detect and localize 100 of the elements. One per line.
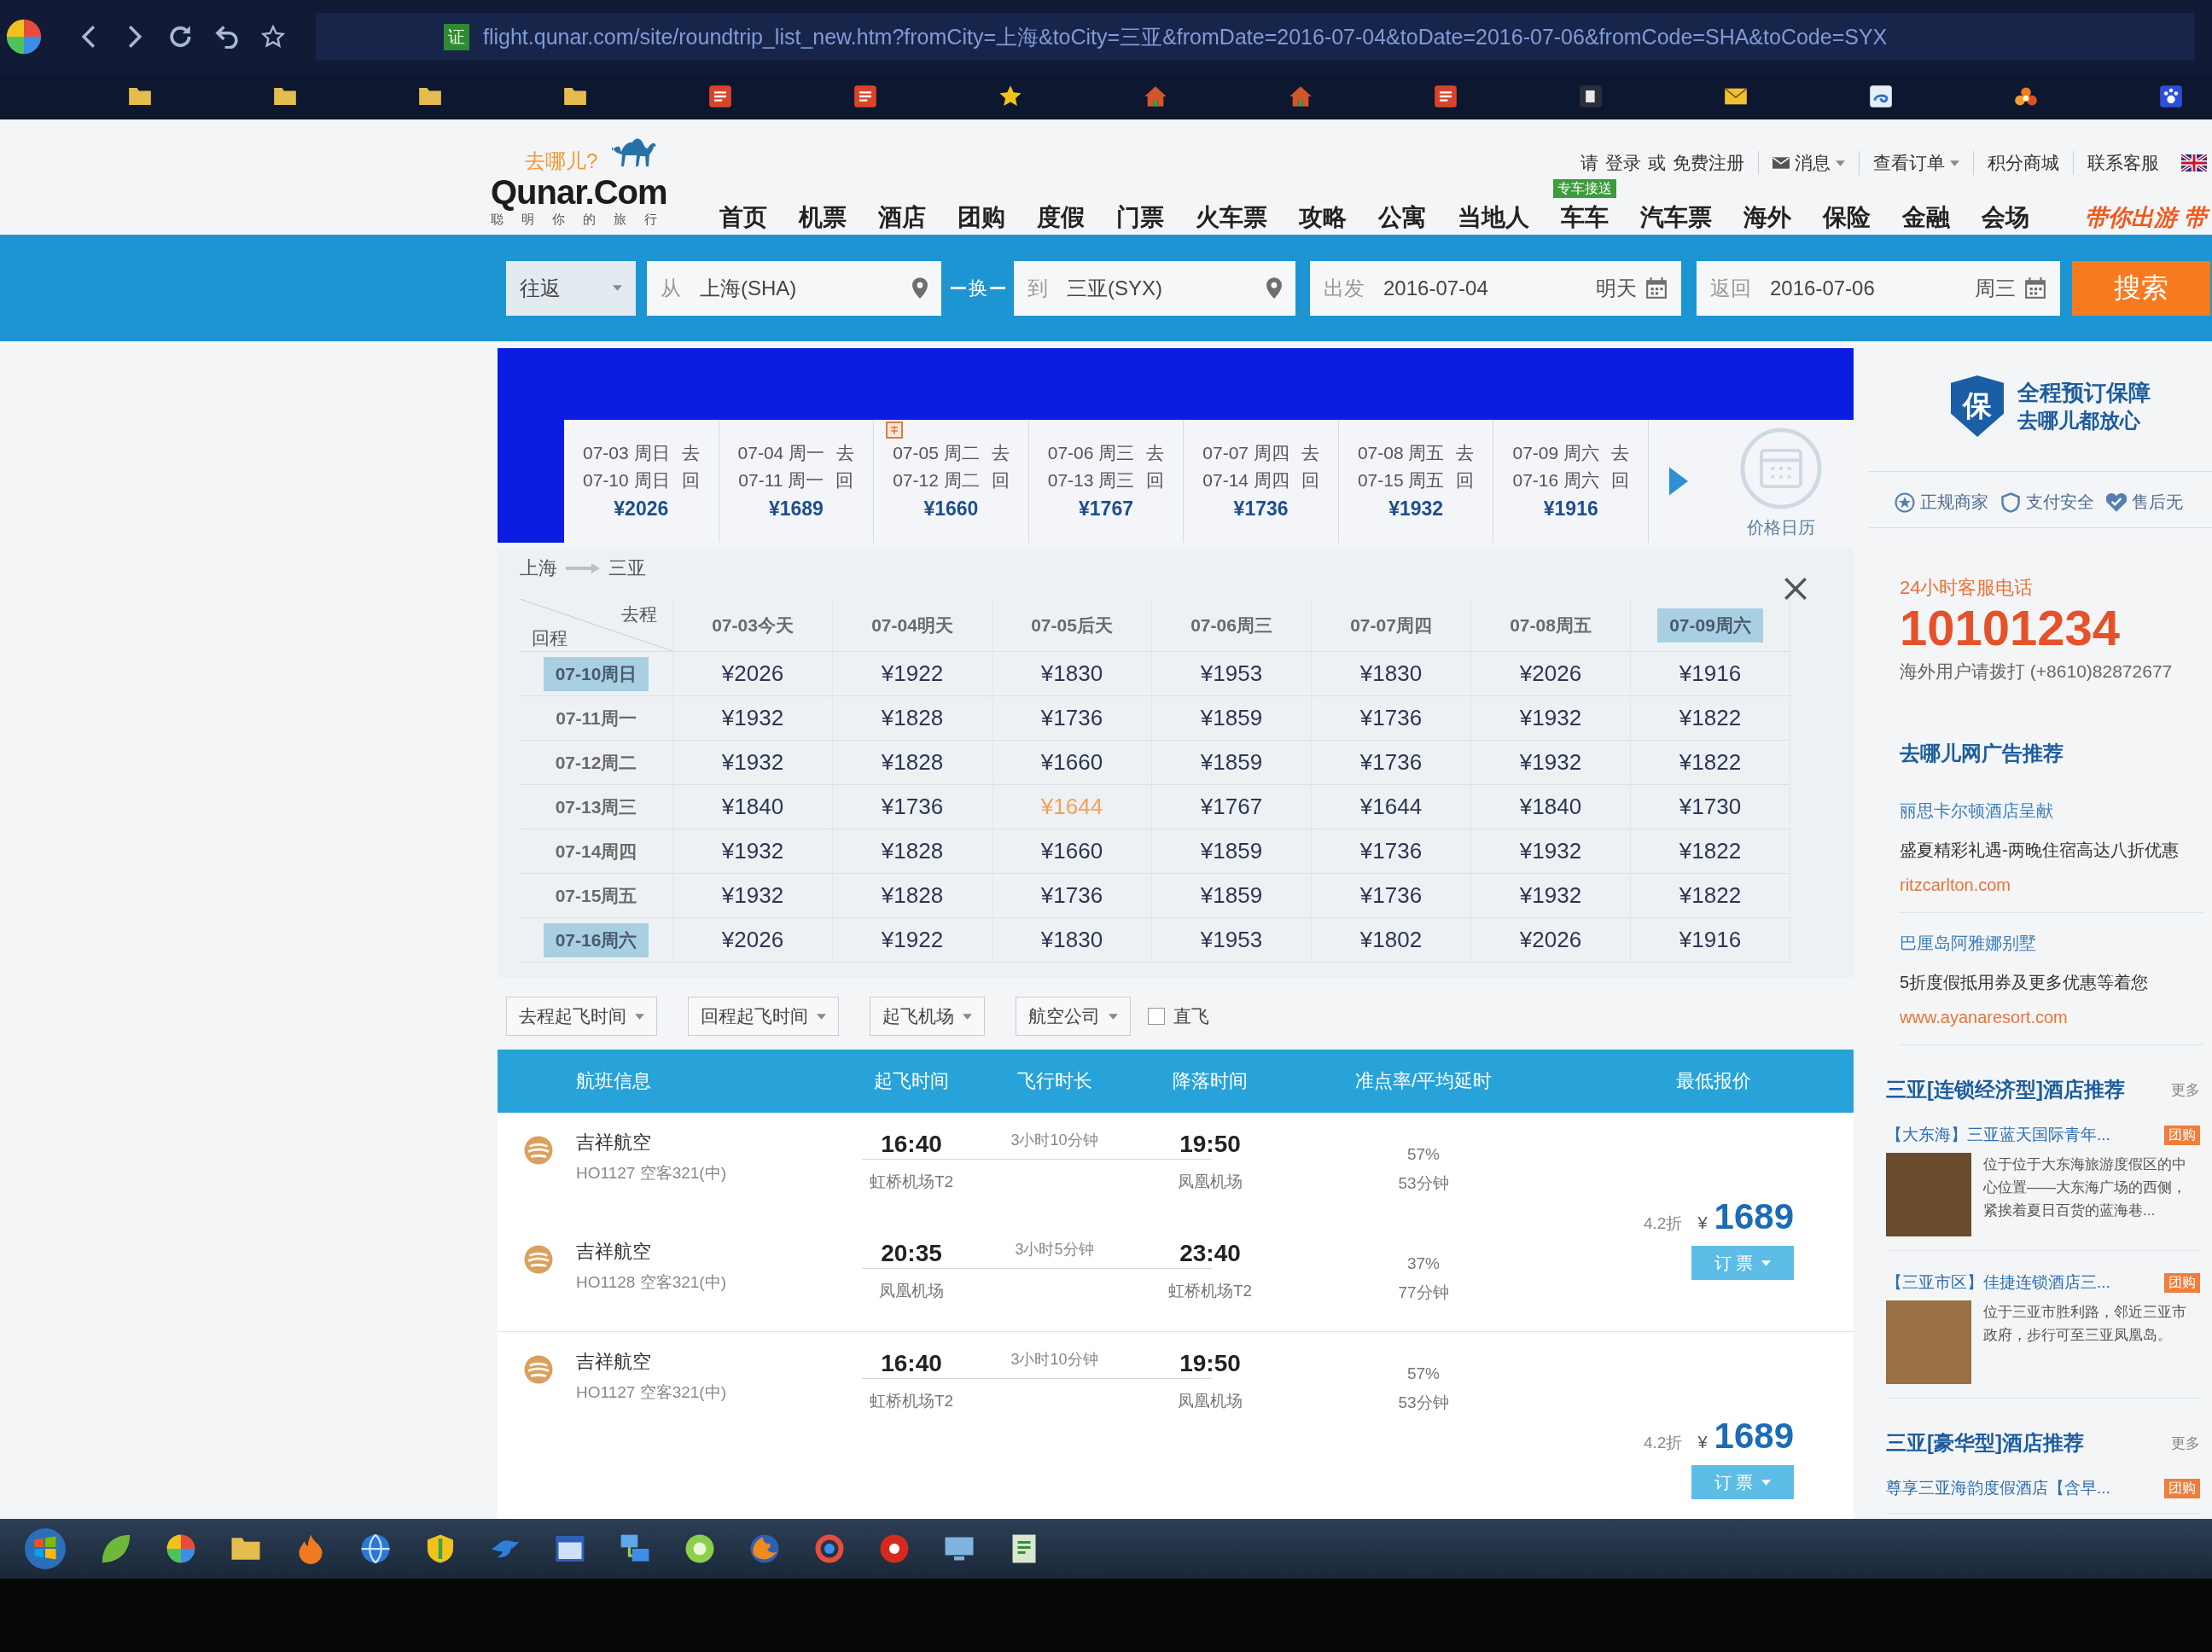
login-link[interactable]: 登录 (1605, 151, 1641, 175)
address-field[interactable]: 证 flight.qunar.com/site/roundtrip_list_new.htm?fromCity=上海&toCity=三亚&fromDate=2016-07-04&toDate=2016-07-06&fromCode=SHA&toCode=SYX (316, 13, 2195, 61)
filter-dropdown[interactable]: 回程起飞时间 (688, 997, 839, 1036)
price-calendar-link[interactable]: 价格日历 (1747, 516, 1816, 539)
register-link[interactable]: 免费注册 (1673, 151, 1744, 175)
start-orb-icon[interactable] (24, 1527, 67, 1570)
nonstop-checkbox[interactable] (1148, 1008, 1165, 1025)
round-trip-price[interactable]: ¥1932 (721, 705, 784, 731)
tile-icon[interactable] (1579, 84, 1603, 108)
return-date-header[interactable]: 07-11周一 (544, 701, 649, 736)
depart-date-header[interactable]: 07-05后天 (1019, 608, 1125, 643)
nav-link[interactable]: 保险 (1823, 203, 1871, 232)
round-trip-price[interactable]: ¥2026 (721, 660, 784, 687)
return-date-header[interactable]: 07-12周二 (543, 745, 649, 780)
filter-dropdown[interactable]: 航空公司 (1016, 997, 1131, 1036)
top-menu-link[interactable]: 联系客服 (2073, 151, 2173, 175)
date-option-card[interactable]: 07-06 周三 去 07-13 周三 回 ¥1767 (1028, 420, 1185, 543)
nav-link[interactable]: 汽车票 (1640, 203, 1712, 232)
house-icon[interactable] (1144, 84, 1167, 108)
depart-date-header[interactable]: 07-06周三 (1179, 608, 1284, 643)
nav-link[interactable]: 攻略 (1299, 203, 1347, 232)
round-trip-price[interactable]: ¥1840 (721, 794, 784, 820)
round-trip-price[interactable]: ¥1736 (1040, 882, 1103, 909)
circle-icon[interactable] (879, 1533, 910, 1564)
nav-link[interactable]: 车车 (1561, 203, 1609, 232)
round-trip-price[interactable]: ¥1736 (881, 794, 944, 820)
reload-icon[interactable] (169, 25, 193, 49)
round-trip-price[interactable]: ¥1730 (1679, 794, 1742, 820)
round-trip-price[interactable]: ¥1660 (1040, 838, 1103, 864)
date-option-card[interactable]: 07-05 周二 去 07-12 周二 回 ¥1660 (874, 420, 1029, 543)
star-icon[interactable] (998, 84, 1022, 108)
round-trip-price[interactable]: ¥2026 (1519, 660, 1582, 687)
round-trip-price[interactable]: ¥1916 (1679, 927, 1742, 953)
round-trip-price[interactable]: ¥1932 (1519, 705, 1582, 731)
nav-link[interactable]: 门票 (1116, 203, 1164, 232)
round-trip-price[interactable]: ¥2026 (721, 927, 784, 953)
filter-dropdown[interactable]: 起飞机场 (870, 997, 985, 1036)
next-arrow-icon[interactable] (1669, 467, 1689, 496)
departure-date-field[interactable]: 出发 2016-07-04 明天 (1310, 260, 1681, 316)
round-trip-price[interactable]: ¥1736 (1359, 838, 1423, 864)
round-trip-price[interactable]: ¥1953 (1200, 660, 1263, 687)
nav-link[interactable]: 度假 (1037, 203, 1085, 232)
round-trip-price[interactable]: ¥1828 (881, 705, 944, 731)
ad-title-link[interactable]: 巴厘岛阿雅娜别墅 (1900, 932, 2036, 954)
round-trip-price[interactable]: ¥1830 (1040, 660, 1103, 687)
round-trip-price[interactable]: ¥1802 (1359, 927, 1423, 953)
top-menu-link[interactable]: 消息 (1758, 151, 1859, 175)
pinwheel-icon[interactable] (5, 18, 43, 55)
nav-link[interactable]: 首页 (719, 203, 767, 232)
trip-type-select[interactable]: 往返 (506, 260, 636, 316)
return-date-header[interactable]: 07-10周日 (543, 656, 649, 691)
ring-icon[interactable] (814, 1533, 845, 1564)
return-date-header[interactable]: 07-15周五 (543, 878, 649, 913)
round-trip-price[interactable]: ¥1859 (1200, 705, 1263, 731)
round-trip-price[interactable]: ¥1828 (881, 838, 944, 864)
round-trip-price[interactable]: ¥1932 (1519, 749, 1582, 776)
globe-icon[interactable] (749, 1533, 780, 1564)
bookmark-star-icon[interactable] (261, 25, 285, 49)
round-trip-price[interactable]: ¥1660 (1040, 749, 1103, 776)
top-menu-link[interactable]: 查看订单 (1859, 151, 1973, 175)
round-trip-price[interactable]: ¥1822 (1679, 838, 1742, 864)
close-icon[interactable] (1784, 577, 1807, 601)
round-trip-price[interactable]: ¥1736 (1040, 705, 1103, 731)
arrival-city-field[interactable]: 到 三亚(SYX) (1014, 260, 1295, 316)
round-trip-price[interactable]: ¥1644 (1359, 794, 1423, 820)
round-trip-price[interactable]: ¥1932 (721, 838, 784, 864)
house-icon[interactable] (1289, 84, 1313, 108)
trust-label[interactable]: 正规商家 (1920, 491, 1988, 514)
hotel-name-link[interactable]: 【三亚市区】佳捷连锁酒店三... (1886, 1271, 2110, 1294)
return-date-header[interactable]: 07-13周三 (543, 789, 649, 824)
globe-icon[interactable] (360, 1533, 391, 1564)
date-option-card[interactable]: 07-09 周六 去 07-16 周六 回 ¥1916 (1493, 420, 1650, 543)
depart-date-header[interactable]: 07-03今天 (700, 608, 806, 643)
hotel-name-link[interactable]: 尊享三亚海韵度假酒店【含早... (1886, 1477, 2110, 1499)
round-trip-price[interactable]: ¥1830 (1359, 660, 1423, 687)
depart-date-header[interactable]: 07-09周六 (1657, 608, 1763, 643)
trust-label[interactable]: 售后无 (2132, 491, 2183, 514)
nav-link[interactable]: 海外 (1743, 203, 1791, 232)
round-trip-price[interactable]: ¥1736 (1359, 749, 1423, 776)
date-option-card[interactable]: 07-04 周一 去 07-11 周一 回 ¥1689 (719, 420, 875, 543)
round-trip-price[interactable]: ¥1922 (881, 927, 944, 953)
round-trip-price[interactable]: ¥2026 (1519, 927, 1582, 953)
nav-link[interactable]: 金融 (1902, 203, 1950, 232)
nav-link[interactable]: 会场 (1982, 203, 2029, 232)
depart-date-header[interactable]: 07-04明天 (859, 608, 965, 643)
trust-label[interactable]: 支付安全 (2026, 491, 2094, 514)
round-trip-price[interactable]: ¥1767 (1200, 794, 1263, 820)
ad-title-link[interactable]: 丽思卡尔顿酒店呈献 (1900, 800, 2053, 822)
round-trip-price[interactable]: ¥1830 (1040, 927, 1103, 953)
round-trip-price[interactable]: ¥1916 (1679, 660, 1742, 687)
depart-date-header[interactable]: 07-07周四 (1338, 608, 1444, 643)
swirl-icon[interactable] (1869, 84, 1893, 108)
nav-link[interactable]: 公寓 (1378, 203, 1426, 232)
round-trip-price[interactable]: ¥1859 (1200, 838, 1263, 864)
nav-link[interactable]: 团购 (958, 203, 1005, 232)
tile-icon[interactable] (1434, 84, 1458, 108)
top-menu-link[interactable]: 积分商城 (1973, 151, 2073, 175)
nav-link[interactable]: 当地人 (1458, 203, 1529, 232)
network-icon[interactable] (620, 1533, 650, 1564)
pinwheel-icon[interactable] (166, 1533, 196, 1564)
